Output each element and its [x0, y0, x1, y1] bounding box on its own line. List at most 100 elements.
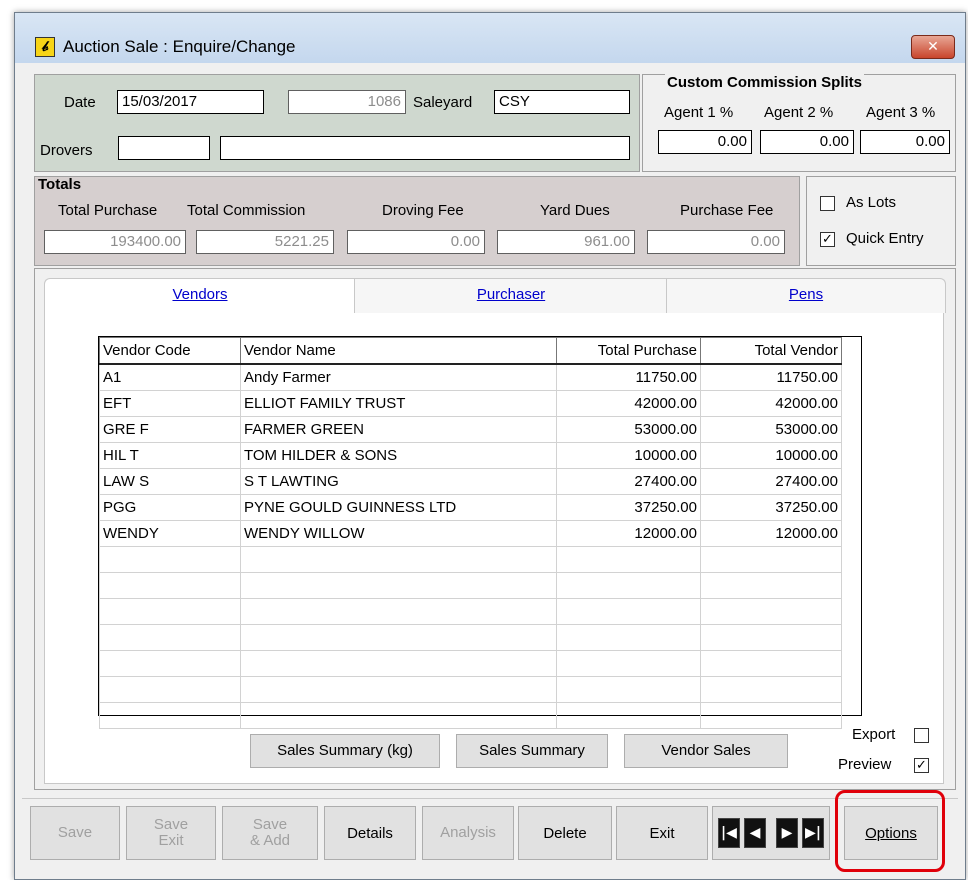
empty-row[interactable] — [99, 624, 842, 651]
empty-cell[interactable] — [556, 702, 701, 729]
vendor-name-cell[interactable]: ELLIOT FAMILY TRUST — [240, 390, 557, 417]
empty-cell[interactable] — [700, 676, 842, 703]
table-row[interactable]: HIL T TOM HILDER & SONS 10000.00 10000.00 — [99, 442, 842, 469]
next-record-icon[interactable]: ▶ — [776, 818, 798, 848]
column-vendor-name[interactable]: Vendor Name — [240, 337, 557, 365]
tab-vendors[interactable]: Vendors — [44, 278, 355, 313]
empty-cell[interactable] — [700, 624, 842, 651]
empty-row[interactable] — [99, 702, 842, 729]
column-vendor-code[interactable]: Vendor Code — [99, 337, 241, 365]
last-record-icon[interactable]: ▶| — [802, 818, 824, 848]
total-vendor-cell[interactable]: 11750.00 — [700, 363, 842, 391]
table-row[interactable]: WENDY WENDY WILLOW 12000.00 12000.00 — [99, 520, 842, 547]
empty-cell[interactable] — [99, 624, 241, 651]
table-row[interactable]: EFT ELLIOT FAMILY TRUST 42000.00 42000.00 — [99, 390, 842, 417]
empty-cell[interactable] — [556, 676, 701, 703]
preview-checkbox[interactable]: ✓ — [914, 758, 929, 773]
agent2-field[interactable]: 0.00 — [760, 130, 854, 154]
table-row[interactable]: PGG PYNE GOULD GUINNESS LTD 37250.00 37250.… — [99, 494, 842, 521]
vendor-code-cell[interactable]: WENDY — [99, 520, 241, 547]
exit-button[interactable]: Exit — [616, 806, 708, 860]
delete-button[interactable]: Delete — [518, 806, 612, 860]
total-vendor-cell[interactable]: 37250.00 — [700, 494, 842, 521]
empty-cell[interactable] — [556, 598, 701, 625]
tab-purchaser[interactable]: Purchaser — [354, 278, 667, 313]
total-vendor-cell[interactable]: 27400.00 — [700, 468, 842, 495]
total-vendor-cell[interactable]: 10000.00 — [700, 442, 842, 469]
total-purchase-cell[interactable]: 42000.00 — [556, 390, 701, 417]
saleyard-field[interactable]: CSY — [494, 90, 630, 114]
total-purchase-cell[interactable]: 12000.00 — [556, 520, 701, 547]
total-vendor-cell[interactable]: 42000.00 — [700, 390, 842, 417]
table-row[interactable]: GRE F FARMER GREEN 53000.00 53000.00 — [99, 416, 842, 443]
vendor-name-cell[interactable]: TOM HILDER & SONS — [240, 442, 557, 469]
agent1-field[interactable]: 0.00 — [658, 130, 752, 154]
empty-cell[interactable] — [556, 572, 701, 599]
as-lots-checkbox[interactable] — [820, 196, 835, 211]
previous-record-icon[interactable]: ◀ — [744, 818, 766, 848]
empty-cell[interactable] — [240, 572, 557, 599]
empty-cell[interactable] — [99, 702, 241, 729]
total-vendor-cell[interactable]: 12000.00 — [700, 520, 842, 547]
empty-cell[interactable] — [240, 650, 557, 677]
empty-cell[interactable] — [240, 702, 557, 729]
vendor-code-cell[interactable]: HIL T — [99, 442, 241, 469]
empty-cell[interactable] — [99, 546, 241, 573]
empty-row[interactable] — [99, 676, 842, 703]
tab-pens[interactable]: Pens — [666, 278, 946, 313]
vendor-name-cell[interactable]: S T LAWTING — [240, 468, 557, 495]
empty-cell[interactable] — [240, 598, 557, 625]
vendor-code-cell[interactable]: PGG — [99, 494, 241, 521]
first-record-icon[interactable]: |◀ — [718, 818, 740, 848]
empty-cell[interactable] — [700, 598, 842, 625]
empty-cell[interactable] — [556, 546, 701, 573]
empty-cell[interactable] — [99, 650, 241, 677]
total-purchase-cell[interactable]: 27400.00 — [556, 468, 701, 495]
vendor-code-cell[interactable]: EFT — [99, 390, 241, 417]
empty-cell[interactable] — [240, 624, 557, 651]
drovers-name-field[interactable] — [220, 136, 630, 160]
vendors-grid[interactable]: Vendor Code Vendor Name Total Purchase T… — [98, 336, 862, 729]
table-row[interactable]: LAW SS T LAWTING 27400.00 27400.00 — [99, 468, 842, 495]
sales-summary-kg-button[interactable]: Sales Summary (kg) — [250, 734, 440, 768]
table-row[interactable]: A1 Andy Farmer 11750.00 11750.00 — [99, 363, 842, 391]
sales-summary-button[interactable]: Sales Summary — [456, 734, 608, 768]
vendor-code-cell[interactable]: A1 — [99, 363, 241, 391]
empty-row[interactable] — [99, 650, 842, 677]
vendor-sales-button[interactable]: Vendor Sales — [624, 734, 788, 768]
export-checkbox[interactable] — [914, 728, 929, 743]
drovers-code-field[interactable] — [118, 136, 210, 160]
vendor-name-cell[interactable]: FARMER GREEN — [240, 416, 557, 443]
total-vendor-cell[interactable]: 53000.00 — [700, 416, 842, 443]
empty-cell[interactable] — [556, 624, 701, 651]
empty-cell[interactable] — [700, 650, 842, 677]
column-total-vendor[interactable]: Total Vendor — [700, 337, 842, 365]
vendor-code-cell[interactable]: LAW S — [99, 468, 241, 495]
quick-entry-checkbox[interactable]: ✓ — [820, 232, 835, 247]
empty-cell[interactable] — [99, 598, 241, 625]
total-purchase-cell[interactable]: 10000.00 — [556, 442, 701, 469]
details-button[interactable]: Details — [324, 806, 416, 860]
vendor-code-cell[interactable]: GRE F — [99, 416, 241, 443]
empty-cell[interactable] — [700, 572, 842, 599]
empty-cell[interactable] — [556, 650, 701, 677]
empty-cell[interactable] — [240, 676, 557, 703]
vendor-name-cell[interactable]: Andy Farmer — [240, 363, 557, 391]
vendor-name-cell[interactable]: WENDY WILLOW — [240, 520, 557, 547]
empty-cell[interactable] — [700, 546, 842, 573]
column-total-purchase[interactable]: Total Purchase — [556, 337, 701, 365]
empty-cell[interactable] — [99, 676, 241, 703]
date-field[interactable]: 15/03/2017 — [117, 90, 264, 114]
total-purchase-cell[interactable]: 37250.00 — [556, 494, 701, 521]
agent3-field[interactable]: 0.00 — [860, 130, 950, 154]
empty-cell[interactable] — [700, 702, 842, 729]
empty-cell[interactable] — [240, 546, 557, 573]
empty-cell[interactable] — [99, 572, 241, 599]
close-button[interactable]: ✕ — [911, 35, 955, 59]
total-purchase-cell[interactable]: 53000.00 — [556, 416, 701, 443]
empty-row[interactable] — [99, 546, 842, 573]
empty-row[interactable] — [99, 572, 842, 599]
empty-row[interactable] — [99, 598, 842, 625]
vendor-name-cell[interactable]: PYNE GOULD GUINNESS LTD — [240, 494, 557, 521]
total-purchase-cell[interactable]: 11750.00 — [556, 363, 701, 391]
